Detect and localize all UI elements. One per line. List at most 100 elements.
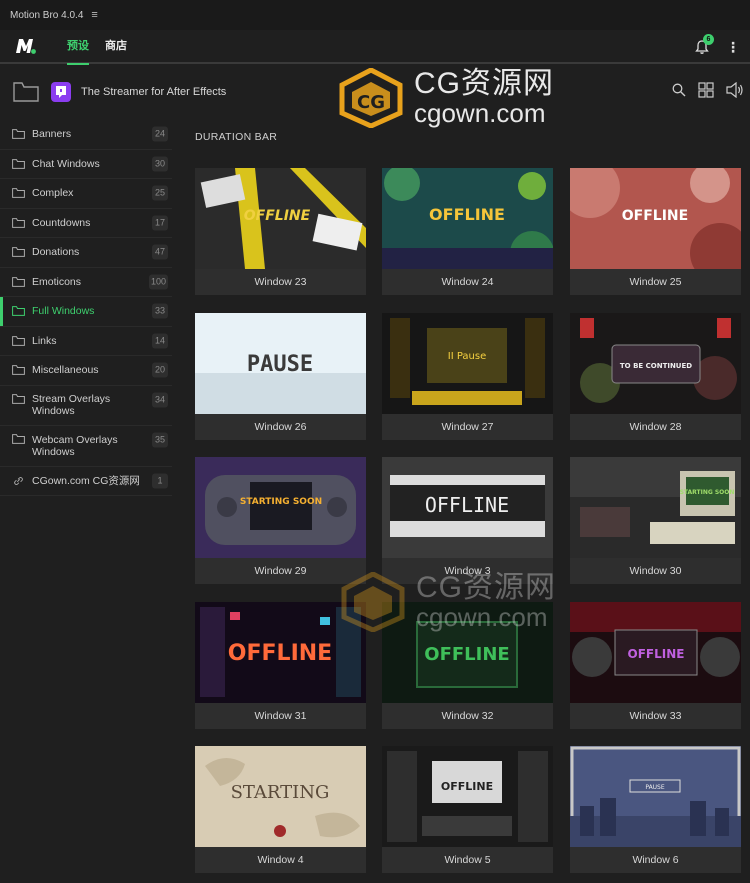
svg-text:OFFLINE: OFFLINE (628, 647, 685, 661)
preset-card-label: Window 5 (444, 854, 491, 866)
sidebar: Banners 24 Chat Windows 30 Complex 25 Co… (0, 120, 172, 500)
preset-card[interactable]: PAUSE Window 26 (195, 313, 366, 440)
top-nav: 预设 商店 6 ⋮ (0, 29, 750, 65)
preset-thumbnail: II Pause (382, 313, 553, 414)
project-title: The Streamer for After Effects (81, 86, 227, 98)
folder-icon (12, 276, 25, 287)
count-badge: 34 (152, 392, 168, 407)
preset-thumbnail: OFFLINE (570, 168, 741, 269)
svg-text:OFFLINE: OFFLINE (441, 780, 493, 793)
count-badge: 17 (152, 215, 168, 231)
preset-card-label: Window 24 (441, 276, 494, 288)
sidebar-item-cgown-link[interactable]: CGown.com CG资源网 1 (0, 467, 172, 496)
preset-card[interactable]: OFFLINE Window 5 (382, 746, 553, 873)
section-title: DURATION BAR (195, 131, 278, 143)
sidebar-item-donations[interactable]: Donations 47 (0, 238, 172, 268)
count-badge: 30 (152, 156, 168, 172)
folder-icon (12, 129, 25, 140)
preset-thumbnail: OFFLINE (382, 168, 553, 269)
watermark-line2: cgown.com (416, 602, 548, 632)
sidebar-item-full-windows[interactable]: Full Windows 33 (0, 297, 172, 327)
sidebar-item-links[interactable]: Links 14 (0, 327, 172, 356)
motion-bro-logo-icon (15, 37, 37, 55)
link-icon (14, 476, 23, 485)
svg-text:STARTING SOON: STARTING SOON (240, 497, 322, 507)
sidebar-item-miscellaneous[interactable]: Miscellaneous 20 (0, 356, 172, 386)
preset-thumbnail: PAUSE (570, 746, 741, 847)
svg-text:STARTING SOON: STARTING SOON (680, 489, 735, 496)
watermark-cube-icon (341, 572, 405, 632)
grid-view-icon[interactable] (698, 82, 714, 98)
preset-thumbnail: PAUSE (195, 313, 366, 414)
count-badge: 1 (152, 473, 168, 489)
count-badge: 20 (152, 362, 168, 378)
svg-text:OFFLINE: OFFLINE (425, 493, 509, 517)
project-bar: The Streamer for After Effects (0, 66, 750, 118)
preset-card[interactable]: OFFLINE Window 23 (195, 168, 366, 295)
preset-card-label: Window 32 (441, 710, 494, 722)
folder-icon (12, 217, 25, 228)
folder-icon (12, 393, 25, 404)
folder-icon (12, 188, 25, 199)
watermark-overlay: CG资源网 cgown.com (340, 570, 610, 634)
svg-text:TO BE CONTINUED: TO BE CONTINUED (620, 362, 692, 370)
preset-card[interactable]: PAUSE Window 6 (570, 746, 741, 873)
preset-card-label: Window 25 (629, 276, 682, 288)
svg-text:OFFLINE: OFFLINE (622, 208, 688, 224)
title-bar: Motion Bro 4.0.4 ≡ (0, 0, 750, 30)
preset-card-label: Window 4 (257, 854, 304, 866)
more-options-icon[interactable]: ⋮ (726, 39, 740, 56)
preset-card[interactable]: STARTING SOON Window 29 (195, 457, 366, 584)
sidebar-item-chat-windows[interactable]: Chat Windows 30 (0, 150, 172, 179)
svg-text:OFFLINE: OFFLINE (244, 208, 311, 224)
preset-thumbnail: TO BE CONTINUED (570, 313, 741, 414)
count-badge: 14 (152, 333, 168, 349)
svg-text:II Pause: II Pause (448, 351, 487, 362)
tab-store[interactable]: 商店 (105, 29, 127, 63)
preset-card[interactable]: STARTING Window 4 (195, 746, 366, 873)
count-badge: 33 (152, 303, 168, 319)
preset-thumbnail: STARTING SOON (570, 457, 741, 558)
sidebar-item-emoticons[interactable]: Emoticons 100 (0, 268, 172, 297)
preset-thumbnail: STARTING (195, 746, 366, 847)
preset-card-label: Window 27 (441, 421, 494, 433)
sidebar-item-complex[interactable]: Complex 25 (0, 179, 172, 209)
sidebar-item-webcam-overlays-windows[interactable]: Webcam Overlays Windows 35 (0, 426, 172, 467)
sidebar-item-countdowns[interactable]: Countdowns 17 (0, 209, 172, 238)
folder-icon (12, 158, 25, 169)
preset-card[interactable]: II Pause Window 27 (382, 313, 553, 440)
folder-icon (12, 434, 25, 444)
svg-text:PAUSE: PAUSE (247, 352, 313, 377)
streamer-logo-icon (51, 82, 71, 102)
preset-card-label: Window 33 (629, 710, 682, 722)
preset-card[interactable]: TO BE CONTINUED Window 28 (570, 313, 741, 440)
svg-text:OFFLINE: OFFLINE (228, 641, 332, 666)
preset-thumbnail: OFFLINE (382, 746, 553, 847)
folder-icon[interactable] (13, 82, 39, 102)
watermark-line1: CG资源网 (416, 571, 556, 604)
preset-card[interactable]: OFFLINE Window 3 (382, 457, 553, 584)
sidebar-item-banners[interactable]: Banners 24 (0, 120, 172, 150)
preset-card-label: Window 31 (254, 710, 307, 722)
folder-icon (12, 365, 25, 376)
count-badge: 47 (152, 244, 168, 260)
hamburger-menu-icon[interactable]: ≡ (91, 9, 97, 21)
count-badge: 100 (148, 274, 168, 290)
preset-thumbnail: OFFLINE (195, 168, 366, 269)
preset-card[interactable]: STARTING SOON Window 30 (570, 457, 741, 584)
count-badge: 25 (152, 185, 168, 201)
preset-thumbnail: OFFLINE (382, 457, 553, 558)
count-badge: 35 (152, 432, 168, 448)
sound-icon[interactable] (726, 82, 744, 98)
search-icon[interactable] (672, 83, 686, 97)
notifications-button[interactable]: 6 (694, 34, 714, 55)
sidebar-item-stream-overlays-windows[interactable]: Stream Overlays Windows 34 (0, 386, 172, 426)
preset-card-label: Window 28 (629, 421, 682, 433)
tab-presets[interactable]: 预设 (67, 29, 89, 65)
preset-card[interactable]: OFFLINE Window 25 (570, 168, 741, 295)
svg-text:OFFLINE: OFFLINE (424, 644, 509, 665)
preset-card[interactable]: OFFLINE Window 24 (382, 168, 553, 295)
svg-text:PAUSE: PAUSE (645, 784, 665, 791)
folder-icon (12, 306, 25, 317)
preset-card-label: Window 23 (254, 276, 307, 288)
